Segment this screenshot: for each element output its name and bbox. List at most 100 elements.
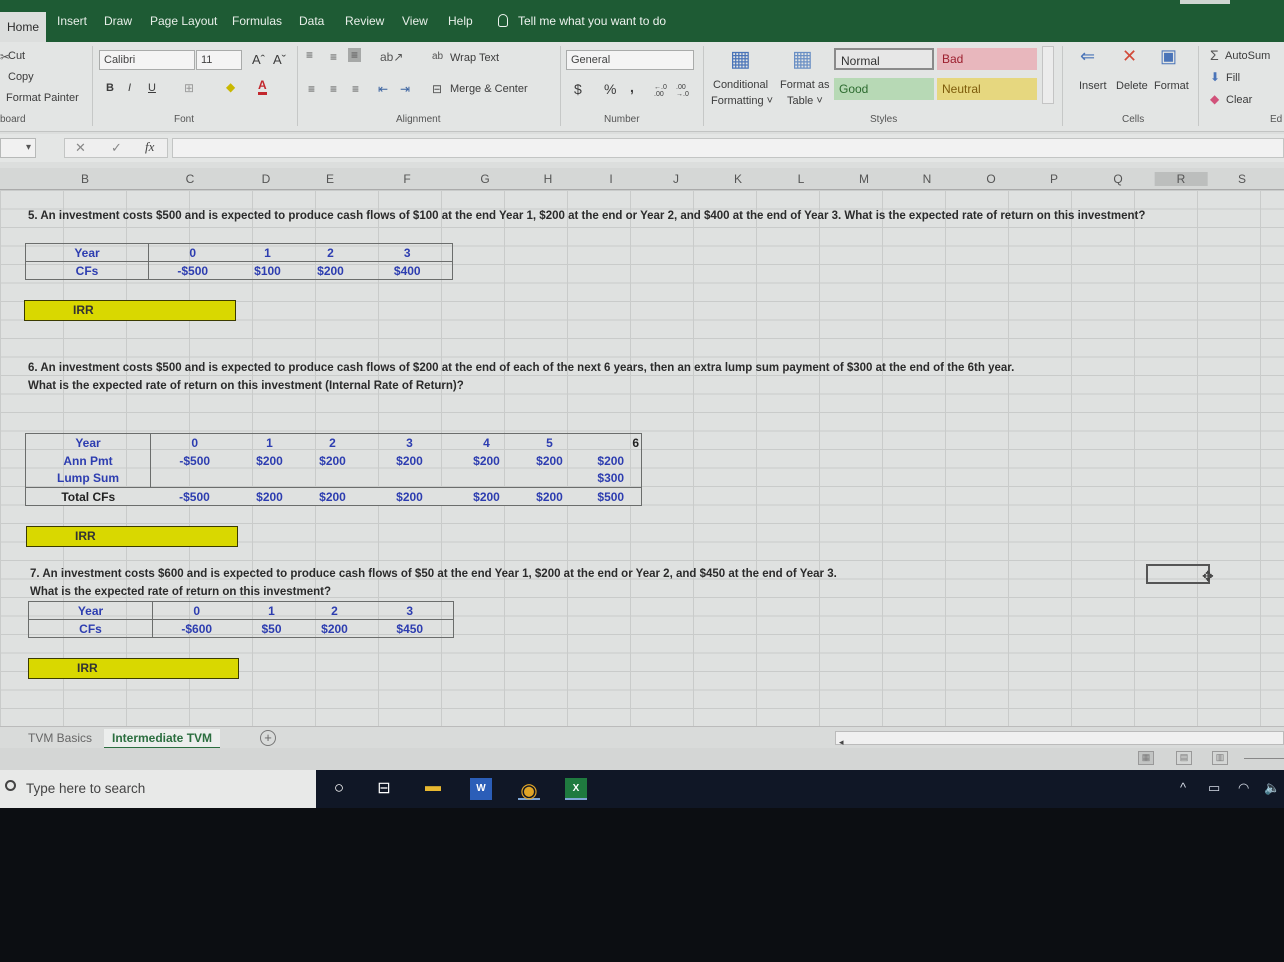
align-center-icon[interactable]: ≡ — [330, 82, 337, 96]
column-header-q[interactable]: Q — [1113, 172, 1122, 186]
wrap-text-button[interactable]: Wrap Text — [450, 52, 499, 64]
column-header-m[interactable]: M — [859, 172, 869, 186]
shrink-font-button[interactable]: Aˇ — [273, 52, 286, 67]
enter-icon[interactable]: ✓ — [111, 140, 122, 156]
year-cell[interactable]: 4 — [455, 434, 519, 452]
ann-pmt-cell[interactable]: $200 — [301, 452, 365, 470]
column-header-l[interactable]: L — [798, 172, 805, 186]
cancel-icon[interactable]: ✕ — [75, 140, 86, 156]
cf-cell[interactable]: $200 — [303, 620, 367, 638]
cf-cell[interactable]: -$600 — [153, 620, 241, 638]
orientation-icon[interactable]: ab↗ — [380, 50, 403, 64]
conditional-formatting-line2[interactable]: Formatting ˅ — [711, 95, 773, 107]
name-box[interactable]: ▾ — [0, 138, 36, 158]
tab-help[interactable]: Help — [448, 14, 473, 28]
lump-sum-cell[interactable] — [300, 469, 365, 488]
column-header-g[interactable]: G — [480, 172, 489, 186]
lump-sum-cell[interactable] — [454, 469, 519, 488]
column-header-f[interactable]: F — [403, 172, 410, 186]
fill-button[interactable]: Fill — [1226, 72, 1240, 84]
total-cf-cell[interactable]: $200 — [365, 488, 455, 506]
borders-icon[interactable]: ⊞ — [184, 81, 194, 95]
fill-color-icon[interactable]: ◆ — [226, 80, 235, 94]
volume-icon[interactable]: 🔈 — [1264, 780, 1280, 796]
format-as-table-line1[interactable]: Format as — [780, 79, 830, 91]
normal-view-icon[interactable]: ▦ — [1138, 751, 1154, 765]
decrease-decimal-button[interactable]: .00 →.0 — [676, 84, 692, 98]
ann-pmt-cell[interactable]: $200 — [455, 452, 519, 470]
scroll-left-icon[interactable]: ◂ — [836, 737, 844, 747]
column-header-i[interactable]: I — [609, 172, 612, 186]
sheet-tab-tvm-basics[interactable]: TVM Basics — [20, 729, 100, 747]
tell-me-search[interactable]: Tell me what you want to do — [498, 14, 666, 28]
chrome-icon[interactable]: ◉ — [518, 778, 540, 802]
year-cell[interactable]: 5 — [519, 434, 581, 452]
year-cell[interactable]: 2 — [302, 601, 367, 620]
lump-sum-cell[interactable] — [238, 469, 301, 488]
year-cell[interactable]: 1 — [240, 601, 303, 620]
year-cell[interactable]: 3 — [365, 434, 455, 452]
lump-sum-cell[interactable]: $300 — [580, 469, 642, 488]
align-left-icon[interactable]: ≡ — [308, 82, 315, 96]
cell-style-normal[interactable]: Normal — [834, 48, 934, 70]
increase-decimal-button[interactable]: ←.0 .00 — [654, 84, 670, 98]
column-header-c[interactable]: C — [186, 172, 195, 186]
format-button[interactable]: Format — [1154, 80, 1189, 92]
sheet-tab-intermediate-tvm[interactable]: Intermediate TVM — [104, 729, 221, 749]
problem-5-irr-cell[interactable]: IRR — [24, 300, 236, 321]
problem-7-irr-cell[interactable]: IRR — [28, 658, 239, 679]
ann-pmt-cell[interactable]: $200 — [365, 452, 455, 470]
decrease-indent-icon[interactable]: ⇤ — [378, 82, 388, 96]
worksheet-grid[interactable]: 5. An investment costs $500 and is expec… — [0, 190, 1284, 726]
tab-formulas[interactable]: Formulas — [232, 14, 282, 28]
clear-button[interactable]: Clear — [1226, 94, 1252, 106]
tab-view[interactable]: View — [402, 14, 428, 28]
merge-center-button[interactable]: Merge & Center — [450, 83, 528, 95]
total-cf-cell[interactable]: $200 — [301, 488, 365, 506]
page-break-view-icon[interactable]: ▥ — [1212, 751, 1228, 765]
column-header-e[interactable]: E — [326, 172, 334, 186]
grow-font-button[interactable]: Aˆ — [252, 52, 265, 67]
cell-style-good[interactable]: Good — [834, 78, 934, 100]
cut-button[interactable]: Cut — [8, 50, 25, 62]
tab-home[interactable]: Home — [0, 12, 46, 42]
cf-cell[interactable]: $400 — [363, 262, 453, 280]
zoom-slider[interactable] — [1244, 758, 1284, 759]
font-name-dropdown[interactable]: Calibri — [99, 50, 195, 70]
fx-icon[interactable]: fx — [145, 139, 154, 155]
year-cell[interactable]: 2 — [301, 434, 365, 452]
lump-sum-cell[interactable] — [364, 469, 455, 488]
column-header-r[interactable]: R — [1154, 172, 1208, 186]
column-header-h[interactable]: H — [544, 172, 553, 186]
year-cell[interactable]: 3 — [362, 243, 453, 262]
number-format-dropdown[interactable]: General — [566, 50, 694, 70]
format-painter-button[interactable]: Format Painter — [6, 92, 79, 104]
underline-button[interactable]: U — [148, 82, 156, 94]
battery-icon[interactable]: ▭ — [1208, 780, 1220, 796]
lump-sum-cell[interactable] — [150, 469, 239, 488]
format-as-table-line2[interactable]: Table ˅ — [787, 95, 823, 107]
align-top-icon[interactable]: ≡ — [306, 48, 313, 62]
cf-cell[interactable]: $50 — [241, 620, 303, 638]
align-middle-icon[interactable]: ≡ — [330, 50, 337, 64]
word-icon[interactable]: W — [470, 778, 492, 800]
cf-cell[interactable]: -$500 — [149, 262, 237, 280]
column-header-d[interactable]: D — [262, 172, 271, 186]
total-cf-cell[interactable]: $500 — [581, 488, 642, 506]
bold-button[interactable]: B — [106, 82, 114, 94]
total-cf-cell[interactable]: $200 — [455, 488, 519, 506]
cf-cell[interactable]: $200 — [299, 262, 363, 280]
ann-pmt-cell[interactable]: $200 — [581, 452, 642, 470]
ann-pmt-cell[interactable]: $200 — [519, 452, 581, 470]
problem-6-irr-cell[interactable]: IRR — [26, 526, 238, 547]
column-header-s[interactable]: S — [1238, 172, 1246, 186]
year-cell[interactable]: 0 — [148, 243, 237, 262]
taskbar-search[interactable]: Type here to search — [0, 770, 316, 808]
ann-pmt-cell[interactable]: -$500 — [151, 452, 239, 470]
conditional-formatting-line1[interactable]: Conditional — [713, 79, 768, 91]
cell-style-neutral[interactable]: Neutral — [937, 78, 1037, 100]
cf-cell[interactable]: $450 — [367, 620, 454, 638]
cortana-icon[interactable]: ○ — [328, 778, 350, 800]
column-header-k[interactable]: K — [734, 172, 742, 186]
year-cell[interactable]: 0 — [152, 601, 241, 620]
